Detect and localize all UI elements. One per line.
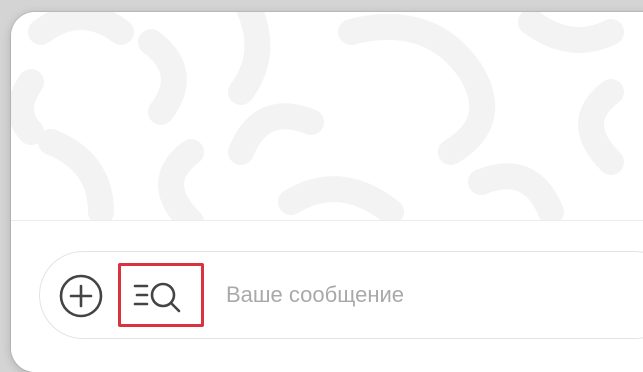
- composer: [11, 221, 643, 372]
- message-input[interactable]: [226, 276, 626, 314]
- plus-circle-icon: [59, 274, 103, 318]
- background-pattern: [11, 12, 624, 220]
- message-input-container: [39, 251, 643, 339]
- chat-window: [11, 12, 643, 372]
- attach-button[interactable]: [58, 273, 104, 319]
- list-search-icon: [133, 282, 181, 313]
- search-messages-button[interactable]: [118, 263, 204, 327]
- message-area: [11, 12, 643, 220]
